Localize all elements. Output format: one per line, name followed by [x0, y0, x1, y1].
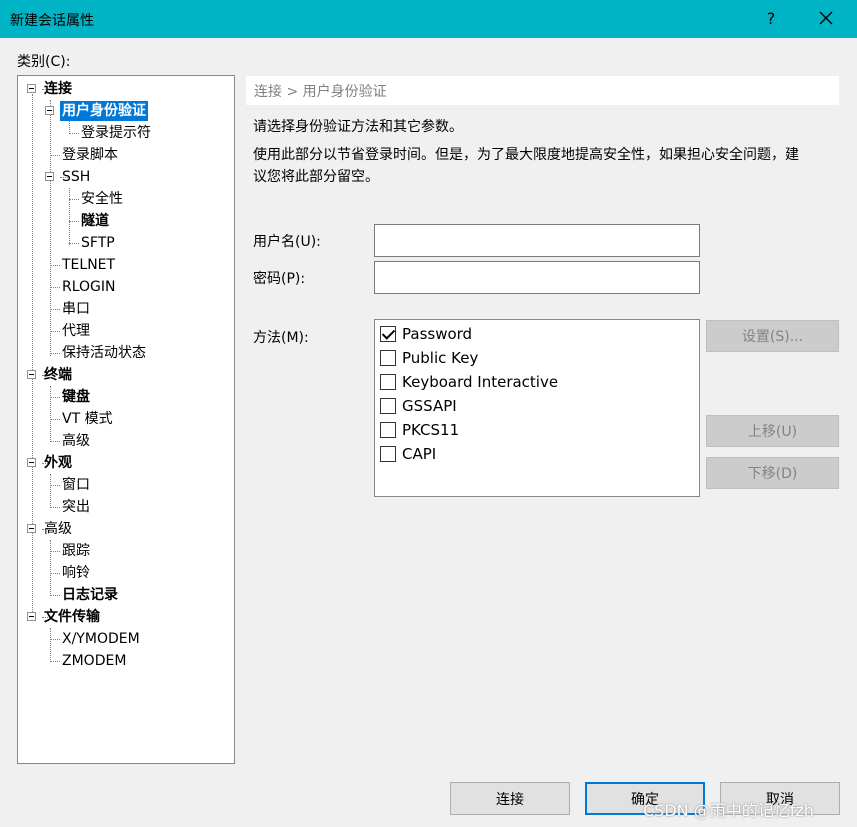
- tree-item-advanced[interactable]: 高级: [42, 519, 74, 539]
- method-item-label: Password: [402, 325, 473, 343]
- method-item-label: GSSAPI: [402, 397, 457, 415]
- expander-user-auth[interactable]: [45, 106, 54, 115]
- help-button[interactable]: ?: [764, 9, 778, 28]
- public-key-checkbox[interactable]: [380, 350, 396, 366]
- description-line-1: 使用此部分以节省登录时间。但是，为了最大限度地提高安全性，如果担心安全问题，建: [253, 147, 799, 163]
- breadcrumb: 连接 > 用户身份验证: [246, 76, 839, 105]
- settings-button[interactable]: 设置(S)...: [706, 320, 839, 352]
- window-title: 新建会话属性: [10, 13, 94, 29]
- tree-item-xymodem[interactable]: X/YMODEM: [60, 629, 142, 649]
- expander-connection[interactable]: [27, 84, 36, 93]
- watermark: CSDN @雨中的记忆fzh: [643, 801, 814, 820]
- tree-item-connection[interactable]: 连接: [42, 79, 74, 99]
- expander-file-transfer[interactable]: [27, 612, 36, 621]
- password-input[interactable]: [374, 261, 700, 294]
- tree-item-rlogin[interactable]: RLOGIN: [60, 277, 118, 297]
- description-intro: 请选择身份验证方法和其它参数。: [253, 119, 463, 135]
- method-item-gssapi[interactable]: GSSAPI: [380, 395, 457, 417]
- method-item-password[interactable]: Password: [380, 323, 472, 345]
- tree-item-file-transfer[interactable]: 文件传输: [42, 607, 102, 627]
- tree-item-security[interactable]: 安全性: [79, 189, 125, 209]
- tree-item-highlight[interactable]: 突出: [60, 497, 92, 517]
- tree-item-tunneling[interactable]: 隧道: [79, 211, 111, 231]
- tree-item-appearance[interactable]: 外观: [42, 453, 74, 473]
- pkcs11-checkbox[interactable]: [380, 422, 396, 438]
- tree-item-login-script[interactable]: 登录脚本: [60, 145, 120, 165]
- category-label: 类别(C):: [17, 54, 71, 70]
- tree-item-serial[interactable]: 串口: [60, 299, 92, 319]
- keyboard-interactive-checkbox[interactable]: [380, 374, 396, 390]
- tree-item-window[interactable]: 窗口: [60, 475, 92, 495]
- password-checkbox[interactable]: [380, 326, 396, 342]
- password-label: 密码(P):: [253, 271, 306, 287]
- method-item-capi[interactable]: CAPI: [380, 443, 436, 465]
- method-item-label: Public Key: [402, 349, 479, 367]
- expander-ssh[interactable]: [45, 172, 54, 181]
- capi-checkbox[interactable]: [380, 446, 396, 462]
- description-line-2: 议您将此部分留空。: [253, 169, 379, 185]
- tree-item-terminal-advanced[interactable]: 高级: [60, 431, 92, 451]
- tree-item-proxy[interactable]: 代理: [60, 321, 92, 341]
- method-item-keyboard-interactive[interactable]: Keyboard Interactive: [380, 371, 558, 393]
- method-item-label: Keyboard Interactive: [402, 373, 559, 391]
- tree-item-keyboard[interactable]: 键盘: [60, 387, 92, 407]
- tree-item-terminal[interactable]: 终端: [42, 365, 74, 385]
- tree-item-login-prompts[interactable]: 登录提示符: [79, 123, 153, 143]
- close-icon[interactable]: [816, 8, 836, 28]
- move-up-button[interactable]: 上移(U): [706, 415, 839, 447]
- tree-item-trace[interactable]: 跟踪: [60, 541, 92, 561]
- expander-terminal[interactable]: [27, 370, 36, 379]
- method-item-label: PKCS11: [402, 421, 460, 439]
- expander-advanced[interactable]: [27, 524, 36, 533]
- category-tree[interactable]: 连接 用户身份验证 登录提示符 登录脚本 SSH 安全性 隧道 SFTP TEL…: [17, 75, 235, 764]
- username-label: 用户名(U):: [253, 234, 321, 250]
- tree-item-sftp[interactable]: SFTP: [79, 233, 117, 253]
- tree-item-zmodem[interactable]: ZMODEM: [60, 651, 128, 671]
- tree-item-telnet[interactable]: TELNET: [60, 255, 117, 275]
- title-bar: 新建会话属性 ?: [0, 0, 857, 38]
- method-list[interactable]: Password Public Key Keyboard Interactive…: [374, 319, 700, 497]
- tree-item-user-auth[interactable]: 用户身份验证: [60, 101, 148, 121]
- breadcrumb-text: 连接 > 用户身份验证: [254, 84, 387, 100]
- method-label: 方法(M):: [253, 330, 309, 346]
- tree-item-ssh[interactable]: SSH: [60, 167, 92, 187]
- tree-item-logging[interactable]: 日志记录: [60, 585, 120, 605]
- expander-appearance[interactable]: [27, 458, 36, 467]
- tree-item-vt-modes[interactable]: VT 模式: [60, 409, 115, 429]
- method-item-label: CAPI: [402, 445, 437, 463]
- method-item-pkcs11[interactable]: PKCS11: [380, 419, 459, 441]
- tree-item-bell[interactable]: 响铃: [60, 563, 92, 583]
- move-down-button[interactable]: 下移(D): [706, 457, 839, 489]
- connect-button[interactable]: 连接: [450, 782, 570, 815]
- gssapi-checkbox[interactable]: [380, 398, 396, 414]
- method-item-public-key[interactable]: Public Key: [380, 347, 478, 369]
- tree-item-keep-alive[interactable]: 保持活动状态: [60, 343, 148, 363]
- username-input[interactable]: [374, 224, 700, 257]
